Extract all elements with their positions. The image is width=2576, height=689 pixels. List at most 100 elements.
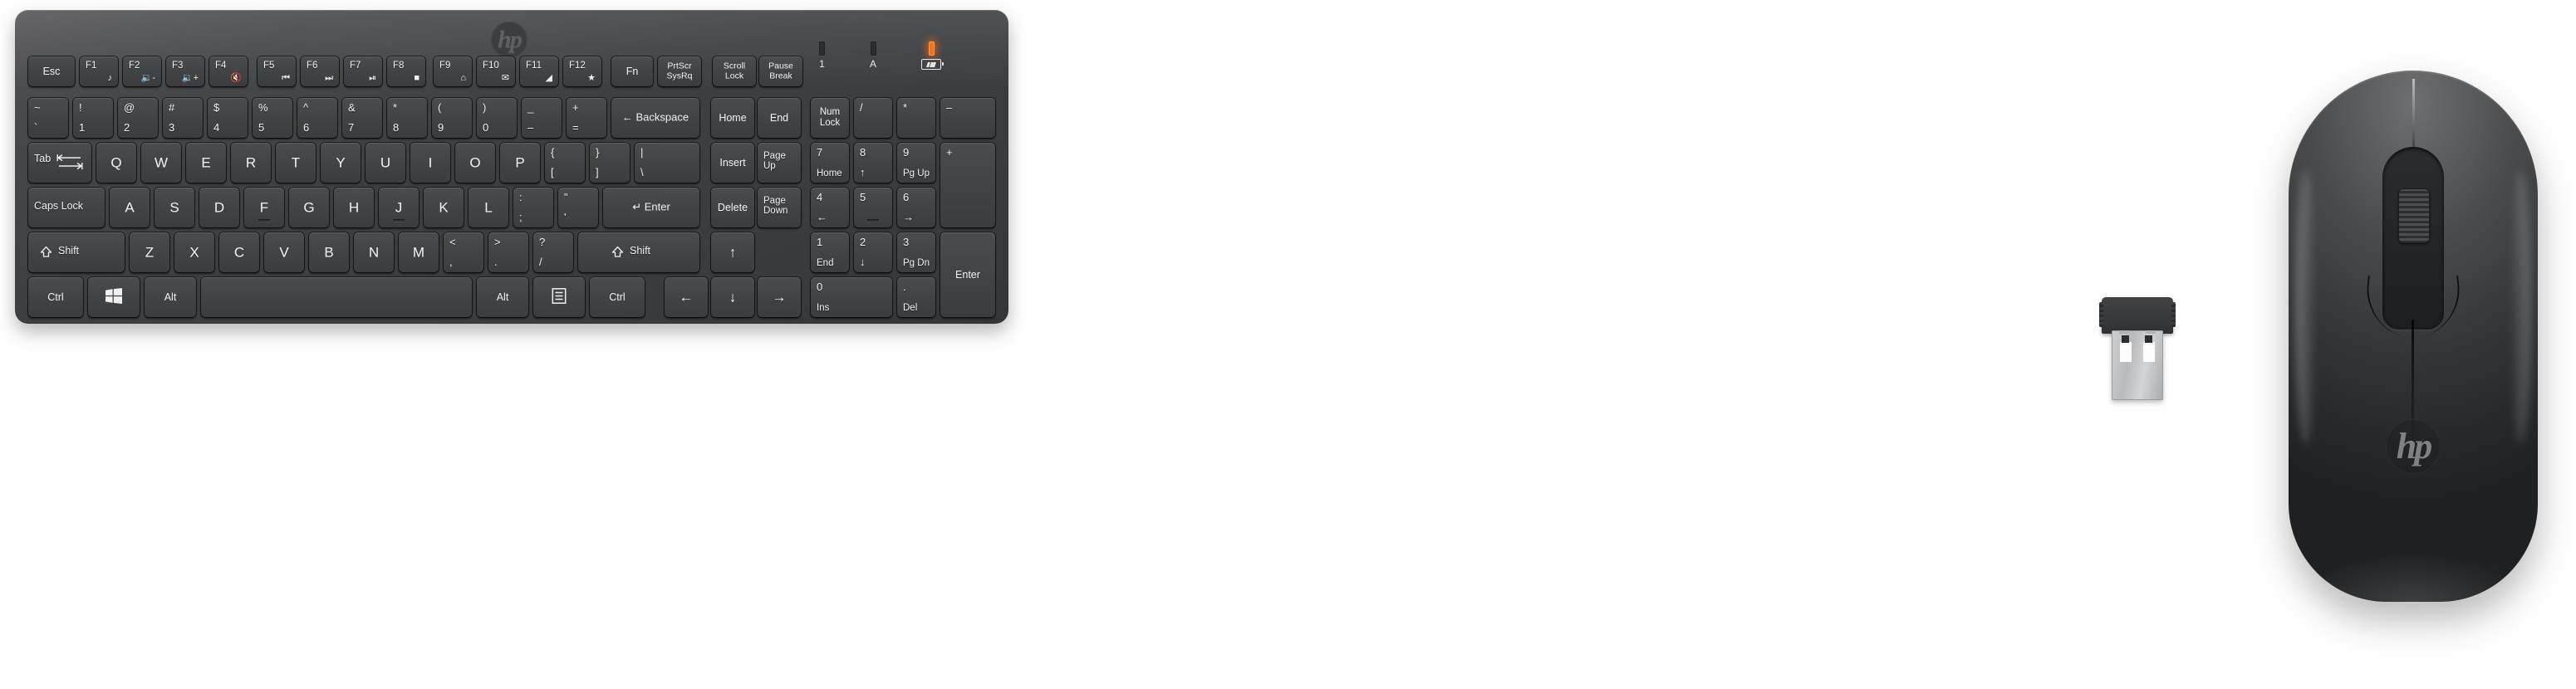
key-numpad-5[interactable]: 5 [854, 188, 892, 227]
key-6[interactable]: ^ 6 [297, 98, 337, 138]
key-numpad-multiply[interactable]: * [897, 98, 935, 138]
key-menu[interactable] [533, 277, 585, 317]
key-equals[interactable]: + = [567, 98, 606, 138]
key-z[interactable]: Z [130, 232, 169, 272]
key-f7[interactable]: F7 ⏯ [344, 56, 382, 86]
key-p[interactable]: P [500, 143, 540, 183]
key-esc[interactable]: Esc [28, 56, 75, 86]
key-x[interactable]: X [174, 232, 214, 272]
key-f3[interactable]: F3 🔉+ [166, 56, 204, 86]
key-7[interactable]: & 7 [342, 98, 382, 138]
key-y[interactable]: Y [321, 143, 361, 183]
key-bracket-right[interactable]: }] [590, 143, 630, 183]
key-8[interactable]: * 8 [387, 98, 427, 138]
key-m[interactable]: M [399, 232, 439, 272]
key-backtick[interactable]: ~ ` [28, 98, 68, 138]
key-e[interactable]: E [186, 143, 226, 183]
key-9[interactable]: (9 [432, 98, 472, 138]
key-numpad-1[interactable]: 1 End [811, 232, 849, 272]
mouse-scroll-wheel[interactable] [2398, 188, 2430, 243]
key-f5[interactable]: F5 ⏮ [258, 56, 296, 86]
key-numpad-subtract[interactable]: – [940, 98, 995, 138]
key-f2[interactable]: F2 🔉- [123, 56, 161, 86]
key-space[interactable] [201, 277, 472, 317]
key-shift-right[interactable]: Shift [578, 232, 699, 272]
key-f4[interactable]: F4 🔇 [209, 56, 248, 86]
key-fn[interactable]: Fn [611, 56, 653, 86]
key-a[interactable]: A [110, 188, 150, 227]
key-home[interactable]: Home [711, 98, 754, 138]
key-scroll-lock[interactable]: Scroll Lock [713, 56, 756, 86]
key-arrow-left[interactable]: ← [665, 277, 708, 317]
key-numpad-add[interactable]: + [940, 143, 995, 227]
key-numpad-4[interactable]: 4 ← [811, 188, 849, 227]
key-arrow-up[interactable]: ↑ [711, 232, 754, 272]
key-b[interactable]: B [309, 232, 349, 272]
key-numpad-7[interactable]: 7 Home [811, 143, 849, 183]
key-r[interactable]: R [231, 143, 271, 183]
key-period[interactable]: >. [488, 232, 528, 272]
key-numpad-enter[interactable]: Enter [940, 232, 995, 317]
key-0[interactable]: ) 0 [477, 98, 517, 138]
key-backslash[interactable]: | \ [635, 143, 699, 183]
key-s[interactable]: S [155, 188, 194, 227]
key-page-up[interactable]: Page Up [758, 143, 801, 183]
key-f10[interactable]: F10 ✉ [477, 56, 515, 86]
key-w[interactable]: W [141, 143, 181, 183]
key-t[interactable]: T [276, 143, 316, 183]
key-5[interactable]: % 5 [253, 98, 292, 138]
key-bracket-left[interactable]: {[ [545, 143, 585, 183]
key-f9[interactable]: F9 ⌂ [434, 56, 472, 86]
key-1[interactable]: ! 1 [73, 98, 113, 138]
key-insert[interactable]: Insert [711, 143, 754, 183]
key-4[interactable]: $4 [208, 98, 248, 138]
key-o[interactable]: O [455, 143, 495, 183]
key-h[interactable]: H [334, 188, 374, 227]
key-ctrl-right[interactable]: Ctrl [590, 277, 645, 317]
key-q[interactable]: Q [96, 143, 136, 183]
key-numpad-9[interactable]: 9 Pg Up [897, 143, 935, 183]
key-caps-lock[interactable]: Caps Lock [28, 188, 105, 227]
key-k[interactable]: K [424, 188, 464, 227]
key-arrow-down[interactable]: ↓ [711, 277, 754, 317]
key-f1[interactable]: F1 ♪ [80, 56, 118, 86]
key-f6[interactable]: F6 ⏭ [301, 56, 339, 86]
key-f11[interactable]: F11 ◢ [520, 56, 558, 86]
key-semicolon[interactable]: :; [513, 188, 553, 227]
key-f8[interactable]: F8 ■ [387, 56, 425, 86]
key-page-down[interactable]: Page Down [758, 188, 801, 227]
key-numpad-0[interactable]: 0 Ins [811, 277, 892, 317]
key-delete[interactable]: Delete [711, 188, 754, 227]
key-c[interactable]: C [219, 232, 259, 272]
key-end[interactable]: End [758, 98, 801, 138]
key-f12[interactable]: F12 ★ [563, 56, 601, 86]
key-backspace[interactable]: ← Backspace [611, 98, 699, 138]
key-numpad-2[interactable]: 2 ↓ [854, 232, 892, 272]
key-numpad-8[interactable]: 8 ↑ [854, 143, 892, 183]
key-pause-break[interactable]: Pause Break [759, 56, 802, 86]
key-l[interactable]: L [469, 188, 508, 227]
key-arrow-right[interactable]: → [758, 277, 801, 317]
key-quote[interactable]: " ' [558, 188, 598, 227]
key-d[interactable]: D [199, 188, 239, 227]
key-slash[interactable]: ? / [533, 232, 573, 272]
key-numpad-decimal[interactable]: . Del [897, 277, 935, 317]
key-v[interactable]: V [264, 232, 304, 272]
key-tab[interactable]: Tab [28, 143, 91, 183]
key-j[interactable]: J [379, 188, 419, 227]
key-comma[interactable]: <, [444, 232, 483, 272]
key-ctrl-left[interactable]: Ctrl [28, 277, 83, 317]
key-i[interactable]: I [410, 143, 450, 183]
key-g[interactable]: G [289, 188, 329, 227]
key-num-lock[interactable]: Num Lock [811, 98, 849, 138]
key-windows[interactable] [88, 277, 140, 317]
key-minus[interactable]: _ – [522, 98, 562, 138]
key-f[interactable]: F [244, 188, 284, 227]
key-3[interactable]: #3 [163, 98, 203, 138]
key-numpad-6[interactable]: 6 → [897, 188, 935, 227]
key-print-screen[interactable]: PrtScr SysRq [658, 56, 701, 86]
key-shift-left[interactable]: Shift [28, 232, 125, 272]
key-numpad-3[interactable]: 3 Pg Dn [897, 232, 935, 272]
key-u[interactable]: U [366, 143, 405, 183]
key-enter[interactable]: ↵ Enter [603, 188, 699, 227]
